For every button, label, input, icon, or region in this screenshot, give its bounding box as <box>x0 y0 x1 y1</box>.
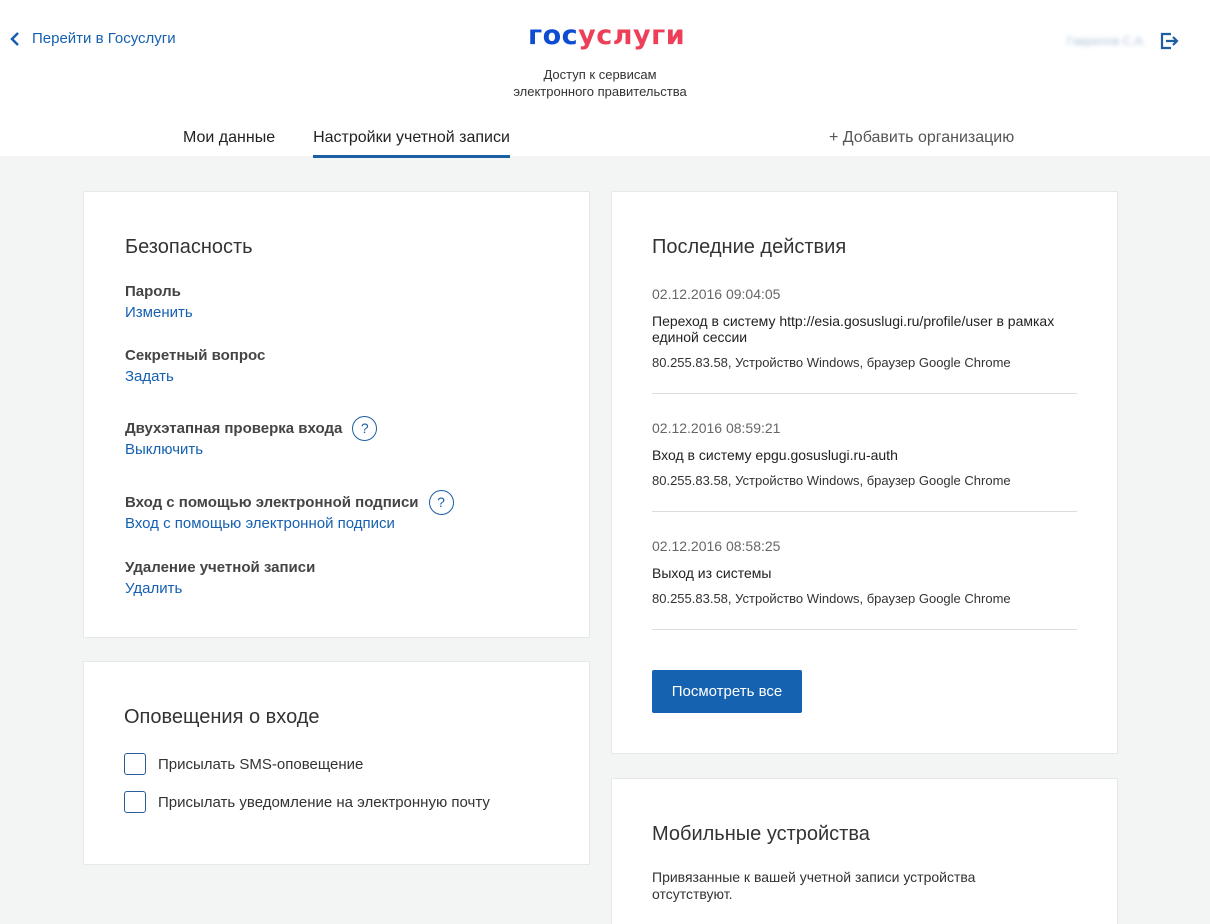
notifications-title: Оповещения о входе <box>124 706 320 728</box>
email-notification-option[interactable]: Присылать уведомление на электронную поч… <box>124 791 490 813</box>
profile-tabs: Мои данные Настройки учетной записи <box>183 120 548 158</box>
two-step-label: Двухэтапная проверка входа <box>125 419 343 437</box>
sms-notification-label: Присылать SMS-оповещение <box>158 755 364 773</box>
security-item-e-signature: Вход с помощью электронной подписи ? Вхо… <box>125 489 454 535</box>
recent-actions-card: Последние действия 02.12.2016 09:04:05 П… <box>611 191 1118 754</box>
sms-notification-checkbox[interactable] <box>124 753 146 775</box>
help-icon[interactable]: ? <box>352 415 378 441</box>
delete-account-link[interactable]: Удалить <box>125 578 315 600</box>
security-card: Безопасность Пароль Изменить Секретный в… <box>83 191 590 638</box>
action-description: Переход в систему http://esia.gosuslugi.… <box>652 313 1055 345</box>
mobile-devices-title: Мобильные устройства <box>652 823 870 845</box>
logo-part-gos: гос <box>528 20 579 51</box>
view-all-button[interactable]: Посмотреть все <box>652 670 802 713</box>
subtitle-line-2: электронного правительства <box>513 84 687 99</box>
sms-notification-option[interactable]: Присылать SMS-оповещение <box>124 753 363 775</box>
security-title: Безопасность <box>125 236 253 258</box>
add-organization-link[interactable]: + Добавить организацию <box>829 129 1014 147</box>
tab-my-data[interactable]: Мои данные <box>183 120 275 158</box>
e-signature-login-link[interactable]: Вход с помощью электронной подписи <box>125 513 454 535</box>
delete-account-label: Удаление учетной записи <box>125 558 316 576</box>
divider <box>652 629 1077 630</box>
e-signature-label-row: Вход с помощью электронной подписи ? <box>125 489 454 515</box>
security-item-two-step: Двухэтапная проверка входа ? Выключить <box>125 415 378 461</box>
divider <box>652 393 1077 394</box>
mobile-devices-card: Мобильные устройства Привязанные к вашей… <box>611 778 1118 924</box>
e-signature-label: Вход с помощью электронной подписи <box>125 493 419 511</box>
back-link-label: Перейти в Госуслуги <box>32 30 176 47</box>
action-item: 02.12.2016 08:58:25 Выход из системы 80.… <box>652 538 1077 606</box>
header: Перейти в Госуслуги госуслуги Доступ к с… <box>0 0 1210 158</box>
action-meta: 80.255.83.58, Устройство Windows, браузе… <box>652 591 1011 606</box>
set-secret-question-link[interactable]: Задать <box>125 366 265 388</box>
logo-part-uslugi: услуги <box>578 20 686 51</box>
action-item: 02.12.2016 09:04:05 Переход в систему ht… <box>652 286 1077 370</box>
action-meta: 80.255.83.58, Устройство Windows, браузе… <box>652 473 1011 488</box>
logout-icon[interactable] <box>1160 32 1180 50</box>
security-item-password: Пароль Изменить <box>125 280 193 324</box>
action-item: 02.12.2016 08:59:21 Вход в систему epgu.… <box>652 420 1077 488</box>
action-date: 02.12.2016 09:04:05 <box>652 286 781 302</box>
security-item-delete-account: Удаление учетной записи Удалить <box>125 556 315 600</box>
user-area: Гаврилов С.А. <box>1067 32 1180 50</box>
mobile-devices-text: Привязанные к вашей учетной записи устро… <box>652 869 976 902</box>
action-date: 02.12.2016 08:59:21 <box>652 420 781 436</box>
tab-account-settings[interactable]: Настройки учетной записи <box>313 120 510 158</box>
password-label: Пароль <box>125 282 181 300</box>
user-name[interactable]: Гаврилов С.А. <box>1067 34 1146 48</box>
action-meta: 80.255.83.58, Устройство Windows, браузе… <box>652 355 1011 370</box>
divider <box>652 511 1077 512</box>
email-notification-checkbox[interactable] <box>124 791 146 813</box>
two-step-label-row: Двухэтапная проверка входа ? <box>125 415 378 441</box>
change-password-link[interactable]: Изменить <box>125 302 193 324</box>
disable-two-step-link[interactable]: Выключить <box>125 439 377 461</box>
help-icon[interactable]: ? <box>428 489 454 515</box>
recent-actions-title: Последние действия <box>652 236 847 258</box>
gosuslugi-logo: госуслуги <box>528 18 685 54</box>
secret-question-label: Секретный вопрос <box>125 346 266 364</box>
email-notification-label: Присылать уведомление на электронную поч… <box>158 793 490 811</box>
security-item-secret-question: Секретный вопрос Задать <box>125 344 265 388</box>
action-description: Вход в систему epgu.gosuslugi.ru-auth <box>652 447 898 463</box>
back-to-gosuslugi-link[interactable]: Перейти в Госуслуги <box>10 30 176 47</box>
action-description: Выход из системы <box>652 565 772 581</box>
subtitle-line-1: Доступ к сервисам <box>543 67 657 82</box>
notifications-card: Оповещения о входе Присылать SMS-оповеще… <box>83 661 590 865</box>
header-subtitle: Доступ к сервисам электронного правитель… <box>480 66 720 100</box>
action-date: 02.12.2016 08:58:25 <box>652 538 781 554</box>
chevron-left-icon <box>10 31 19 46</box>
